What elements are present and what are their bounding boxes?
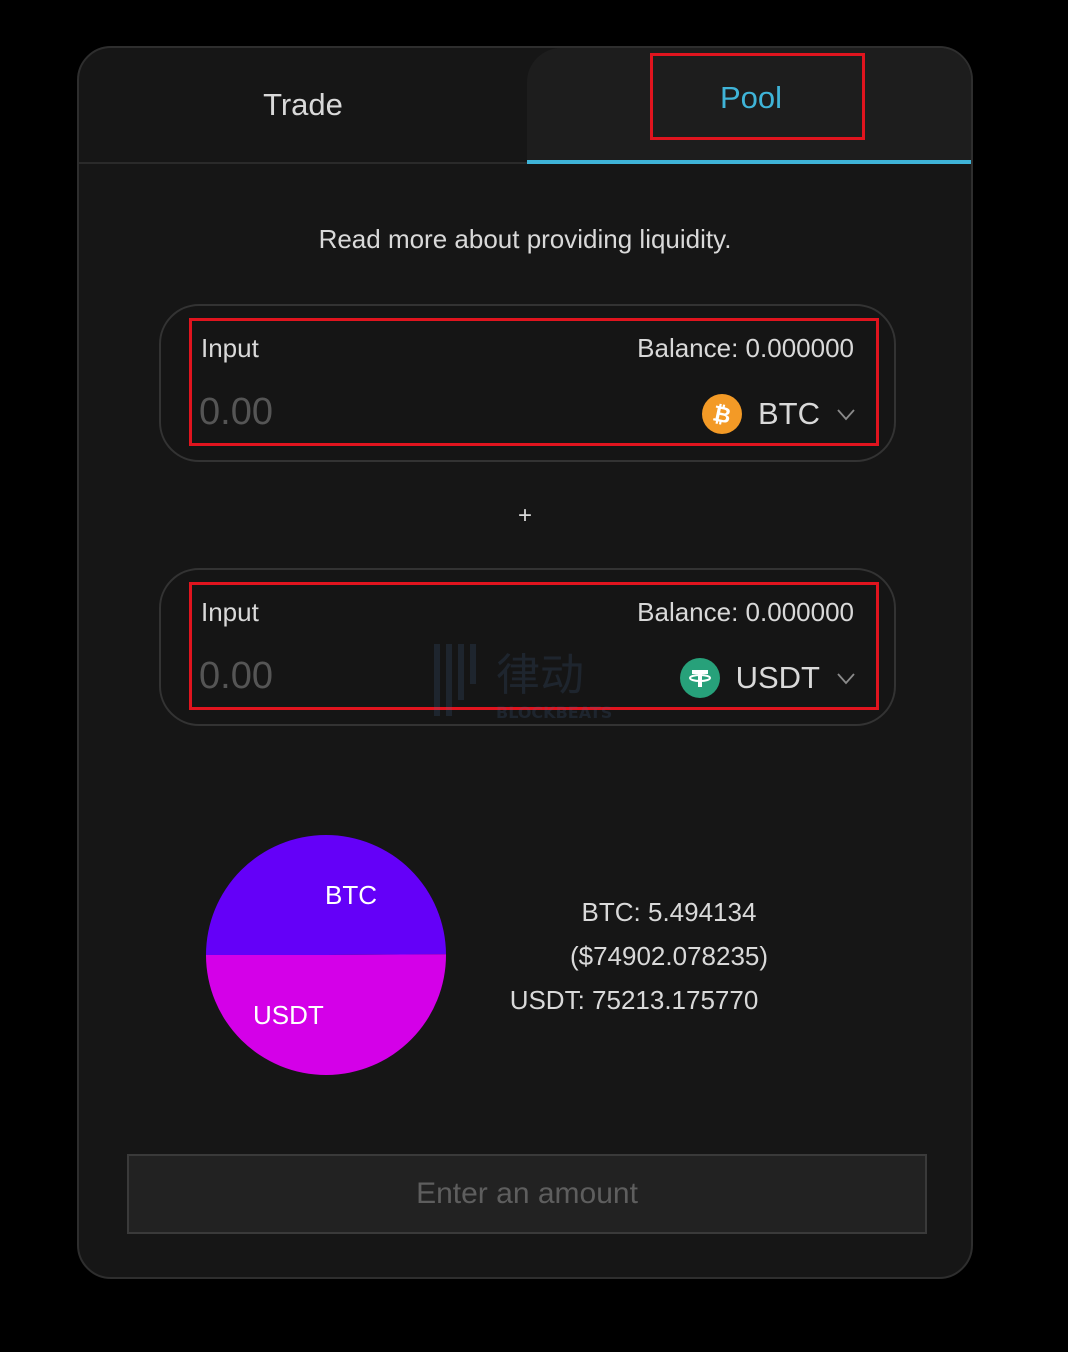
pie-label-usdt: USDT [253,1000,324,1030]
pool-pie-chart: BTC USDT [205,834,447,1076]
svg-text:₿: ₿ [711,401,733,427]
usdt-amount: USDT: 75213.175770 [509,985,759,1015]
pie-svg [206,834,446,1075]
btc-usd-value: ($74902.078235) [569,941,769,971]
token-name: BTC [758,396,820,431]
enter-amount-button[interactable]: Enter an amount [127,1154,927,1234]
input-panel-btc: Input Balance: 0.000000 ₿ BTC [159,304,896,462]
token-select-btc[interactable]: ₿ BTC [702,392,856,436]
bitcoin-icon: ₿ [702,394,742,434]
balance-text: Balance: 0.000000 [637,333,854,363]
chevron-down-icon [837,673,855,685]
pie-label-btc: BTC [325,880,377,910]
watermark-text: 律动 [496,650,584,701]
balance-text: Balance: 0.000000 [637,597,854,627]
tab-trade-label: Trade [263,87,343,122]
pool-stats: BTC: 5.494134 ($74902.078235) USDT: 7521… [509,890,829,1022]
amount-input-btc[interactable] [199,388,579,436]
watermark-logo: 律动 BLOCKBEATS [434,640,644,729]
tab-pool[interactable]: Pool [527,48,971,164]
tab-pool-label: Pool [719,80,783,115]
chevron-down-icon [837,409,855,421]
pie-slice-usdt [206,954,446,1075]
pool-card: Trade Pool Read more about providing liq… [77,46,973,1279]
token-select-usdt[interactable]: USDT [679,656,856,700]
tab-bar: Trade Pool [79,48,971,164]
tab-trade[interactable]: Trade [79,48,527,162]
btc-amount: BTC: 5.494134 [581,897,757,927]
input-label: Input [201,597,259,627]
plus-sign: + [517,502,532,529]
liquidity-info-link[interactable]: Read more about providing liquidity. [79,224,971,255]
watermark-subtext: BLOCKBEATS [496,703,612,722]
input-label: Input [201,333,259,363]
token-name: USDT [735,660,820,695]
enter-amount-label: Enter an amount [416,1177,638,1210]
tether-icon [679,658,720,698]
